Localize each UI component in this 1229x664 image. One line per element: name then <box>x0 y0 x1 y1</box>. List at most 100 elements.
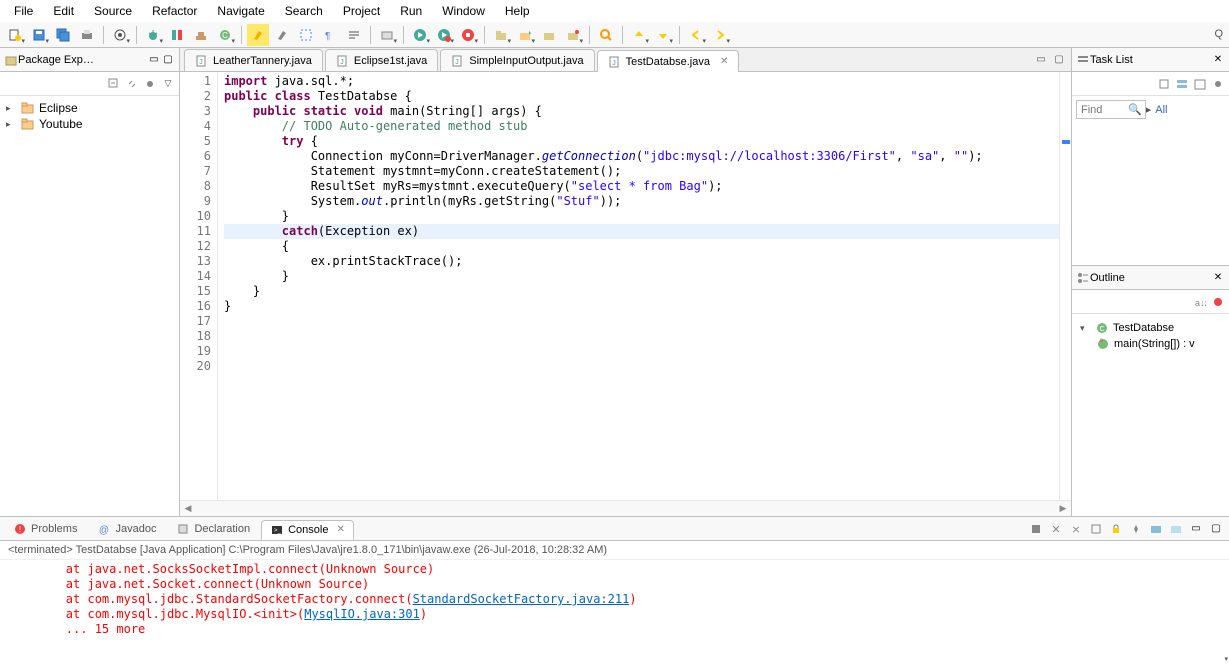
remove-all-icon[interactable]: ⨯ <box>1067 520 1085 538</box>
display-console-icon[interactable] <box>1147 520 1165 538</box>
word-wrap-button[interactable] <box>343 24 365 46</box>
editor-horizontal-scrollbar[interactable]: ◀▶ <box>180 500 1071 516</box>
java-file-icon: J <box>195 54 209 68</box>
schedule-icon[interactable] <box>1193 77 1207 91</box>
maximize-icon[interactable]: ▢ <box>161 53 175 67</box>
back-button[interactable] <box>685 24 707 46</box>
menu-run[interactable]: Run <box>390 1 432 21</box>
open-type-button[interactable] <box>538 24 560 46</box>
highlight-button[interactable] <box>247 24 269 46</box>
external-tools-button[interactable] <box>457 24 479 46</box>
code-editor[interactable]: 1234567891011121314151617181920 import j… <box>180 72 1071 500</box>
tab-testdatabse[interactable]: JTestDatabse.java✕ <box>597 50 740 72</box>
block-selection-button[interactable] <box>295 24 317 46</box>
run-last-button[interactable] <box>433 24 455 46</box>
console-description: <terminated> TestDatabse [Java Applicati… <box>0 541 1229 560</box>
right-panel: Task List ✕ 🔍 ▸ All Outline <box>1071 48 1229 516</box>
new-task-icon[interactable] <box>1157 77 1171 91</box>
tab-javadoc[interactable]: @Javadoc <box>88 519 165 539</box>
remove-launch-icon[interactable]: ✕ <box>1047 520 1065 538</box>
menu-window[interactable]: Window <box>432 1 495 21</box>
next-annotation-button[interactable] <box>652 24 674 46</box>
quick-access[interactable]: Q <box>1214 28 1223 40</box>
overview-ruler[interactable] <box>1059 72 1071 500</box>
new-java-class-button[interactable]: C <box>214 24 236 46</box>
editor-panel: JLeatherTannery.java JEclipse1st.java JS… <box>180 48 1071 516</box>
run-button[interactable] <box>409 24 431 46</box>
svg-text:⨯: ⨯ <box>1071 524 1080 535</box>
launch-mode-button[interactable] <box>376 24 398 46</box>
java-file-icon: J <box>451 54 465 68</box>
java-file-icon: J <box>608 55 622 69</box>
minimize-bottom-icon[interactable]: ▭ <box>1187 520 1205 538</box>
svg-text:!: ! <box>19 525 21 534</box>
line-gutter[interactable]: 1234567891011121314151617181920 <box>180 72 218 500</box>
new-button[interactable] <box>4 24 26 46</box>
close-icon[interactable]: ✕ <box>1211 53 1225 67</box>
tree-item-eclipse[interactable]: ▸ Eclipse <box>4 100 175 116</box>
project-tree[interactable]: ▸ Eclipse ▸ Youtube <box>0 96 179 136</box>
menu-refactor[interactable]: Refactor <box>142 1 207 21</box>
clear-console-icon[interactable] <box>1087 520 1105 538</box>
menu-edit[interactable]: Edit <box>43 1 84 21</box>
tree-item-youtube[interactable]: ▸ Youtube <box>4 116 175 132</box>
view-menu-icon[interactable]: ▽ <box>161 77 175 91</box>
sort-icon[interactable]: a↓z <box>1193 295 1207 309</box>
new-package-button[interactable] <box>490 24 512 46</box>
show-whitespace-button[interactable]: ¶ <box>319 24 341 46</box>
tab-eclipse1st[interactable]: JEclipse1st.java <box>325 49 438 71</box>
svg-text:>_: >_ <box>274 528 282 534</box>
link-editor-icon[interactable] <box>125 77 139 91</box>
tab-console[interactable]: >_Console✕ <box>261 520 354 540</box>
code-area[interactable]: import java.sql.*;public class TestDatab… <box>218 72 1059 500</box>
maximize-bottom-icon[interactable]: ▢ <box>1207 520 1225 538</box>
terminate-icon[interactable] <box>1027 520 1045 538</box>
menu-project[interactable]: Project <box>333 1 390 21</box>
task-list-icon <box>1076 53 1090 67</box>
editor-minimize-icon[interactable]: ▭ <box>1033 51 1049 67</box>
forward-button[interactable] <box>709 24 731 46</box>
menu-search[interactable]: Search <box>275 1 333 21</box>
tab-leathertannery[interactable]: JLeatherTannery.java <box>184 49 323 71</box>
save-all-button[interactable] <box>52 24 74 46</box>
debug-button[interactable] <box>142 24 164 46</box>
new-project-button[interactable] <box>514 24 536 46</box>
menu-help[interactable]: Help <box>495 1 540 21</box>
minimize-icon[interactable]: ▭ <box>147 53 161 67</box>
tab-simpleio[interactable]: JSimpleInputOutput.java <box>440 49 594 71</box>
task-list-title: Task List <box>1090 54 1211 66</box>
pin-console-icon[interactable] <box>1127 520 1145 538</box>
collapse-all-icon[interactable] <box>107 77 121 91</box>
save-button[interactable] <box>28 24 50 46</box>
editor-maximize-icon[interactable]: ▢ <box>1051 51 1067 67</box>
outline-tree[interactable]: ▾ C TestDatabse s main(String[]) : v <box>1072 314 1229 358</box>
coverage-button[interactable] <box>166 24 188 46</box>
toggle-mark-button[interactable] <box>271 24 293 46</box>
skip-breakpoints-button[interactable] <box>109 24 131 46</box>
tab-problems[interactable]: !Problems <box>4 519 86 539</box>
package-explorer-title: Package Exp… <box>18 54 147 66</box>
menu-file[interactable]: File <box>4 1 43 21</box>
scroll-lock-icon[interactable] <box>1107 520 1125 538</box>
categorize-icon[interactable] <box>1175 77 1189 91</box>
menu-navigate[interactable]: Navigate <box>207 1 274 21</box>
console-output[interactable]: at java.net.SocksSocketImpl.connect(Unkn… <box>0 560 1229 664</box>
tab-declaration[interactable]: Declaration <box>167 519 259 539</box>
menu-source[interactable]: Source <box>84 1 142 21</box>
outline-method[interactable]: s main(String[]) : v <box>1078 336 1223 352</box>
svg-text:@: @ <box>99 525 109 535</box>
outline-class[interactable]: ▾ C TestDatabse <box>1078 320 1223 336</box>
build-button[interactable] <box>190 24 212 46</box>
focus-task-icon[interactable] <box>143 77 157 91</box>
hide-fields-icon[interactable] <box>1211 295 1225 309</box>
search-button[interactable] <box>595 24 617 46</box>
close-console-icon[interactable]: ✕ <box>336 524 344 535</box>
close-tab-icon[interactable]: ✕ <box>720 56 728 67</box>
task-filter-all[interactable]: All <box>1155 104 1167 116</box>
close-icon[interactable]: ✕ <box>1211 271 1225 285</box>
open-task-button[interactable] <box>562 24 584 46</box>
open-console-icon[interactable] <box>1167 520 1185 538</box>
focus-icon[interactable] <box>1211 77 1225 91</box>
prev-annotation-button[interactable] <box>628 24 650 46</box>
print-button[interactable] <box>76 24 98 46</box>
